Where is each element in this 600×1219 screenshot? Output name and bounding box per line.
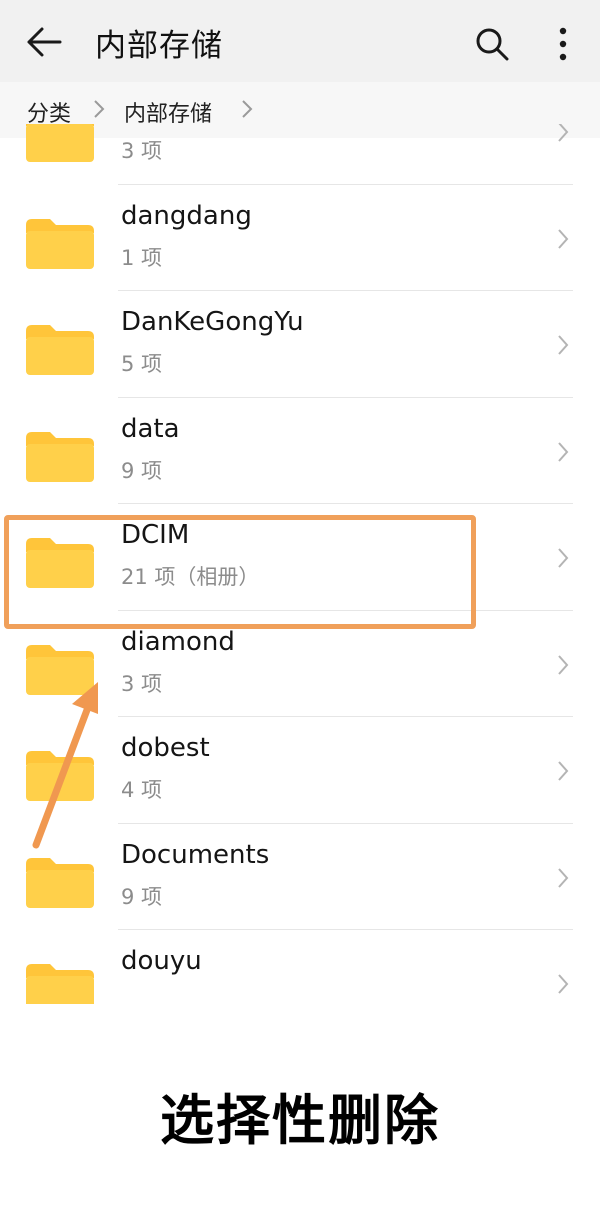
chevron-right-icon (558, 867, 569, 888)
folder-name: DanKeGongYu (121, 307, 304, 337)
annotation-arrow-icon (32, 682, 98, 849)
caption-text: 选择性删除 (160, 1088, 440, 1152)
folder-icon (26, 124, 94, 162)
folder-name: dobest (121, 733, 210, 763)
folder-item-count: 9 项 (121, 884, 163, 909)
folder-item-count: 1 项 (121, 245, 163, 270)
more-vert-icon[interactable] (552, 24, 574, 64)
folder-name: Documents (121, 839, 270, 870)
folder-name: douyu (121, 946, 202, 976)
folder-item-count: 9 项 (121, 458, 163, 483)
chevron-right-icon (558, 548, 569, 568)
folder-row[interactable]: DanKeGongYu 5 项 (0, 291, 600, 398)
folder-item-count: 3 项 (121, 671, 163, 696)
chevron-right-icon (242, 100, 253, 118)
chevron-right-icon (558, 441, 569, 462)
folder-icon (26, 325, 94, 375)
folder-row[interactable]: data 9 项 (0, 398, 600, 505)
folder-icon (26, 964, 94, 1004)
chevron-right-icon (558, 228, 569, 249)
folder-name: diamond (121, 626, 235, 657)
folder-name: data (121, 413, 180, 444)
folder-row[interactable]: cyan3 项 (0, 124, 600, 185)
search-icon[interactable] (474, 26, 510, 62)
highlight-box (4, 515, 476, 629)
folder-item-count: 3 项 (121, 139, 163, 163)
folder-icon (26, 431, 94, 482)
folder-icon (26, 857, 94, 908)
chevron-right-icon (94, 100, 105, 118)
chevron-right-icon (558, 335, 569, 355)
folder-item-count: 5 项 (121, 352, 163, 376)
chevron-right-icon (558, 124, 569, 142)
back-arrow-icon[interactable] (26, 26, 62, 58)
folder-icon (26, 218, 94, 269)
chevron-right-icon (558, 654, 569, 675)
folder-row[interactable]: douyu (0, 930, 600, 1004)
folder-row[interactable]: dangdang 1 项 (0, 185, 600, 292)
page-title: 内部存储 (95, 28, 223, 64)
folder-name: dangdang (121, 200, 252, 231)
chevron-right-icon (558, 974, 569, 994)
folder-item-count: 4 项 (121, 778, 163, 802)
app-bar: 内部存储 (0, 0, 600, 82)
chevron-right-icon (558, 761, 569, 781)
